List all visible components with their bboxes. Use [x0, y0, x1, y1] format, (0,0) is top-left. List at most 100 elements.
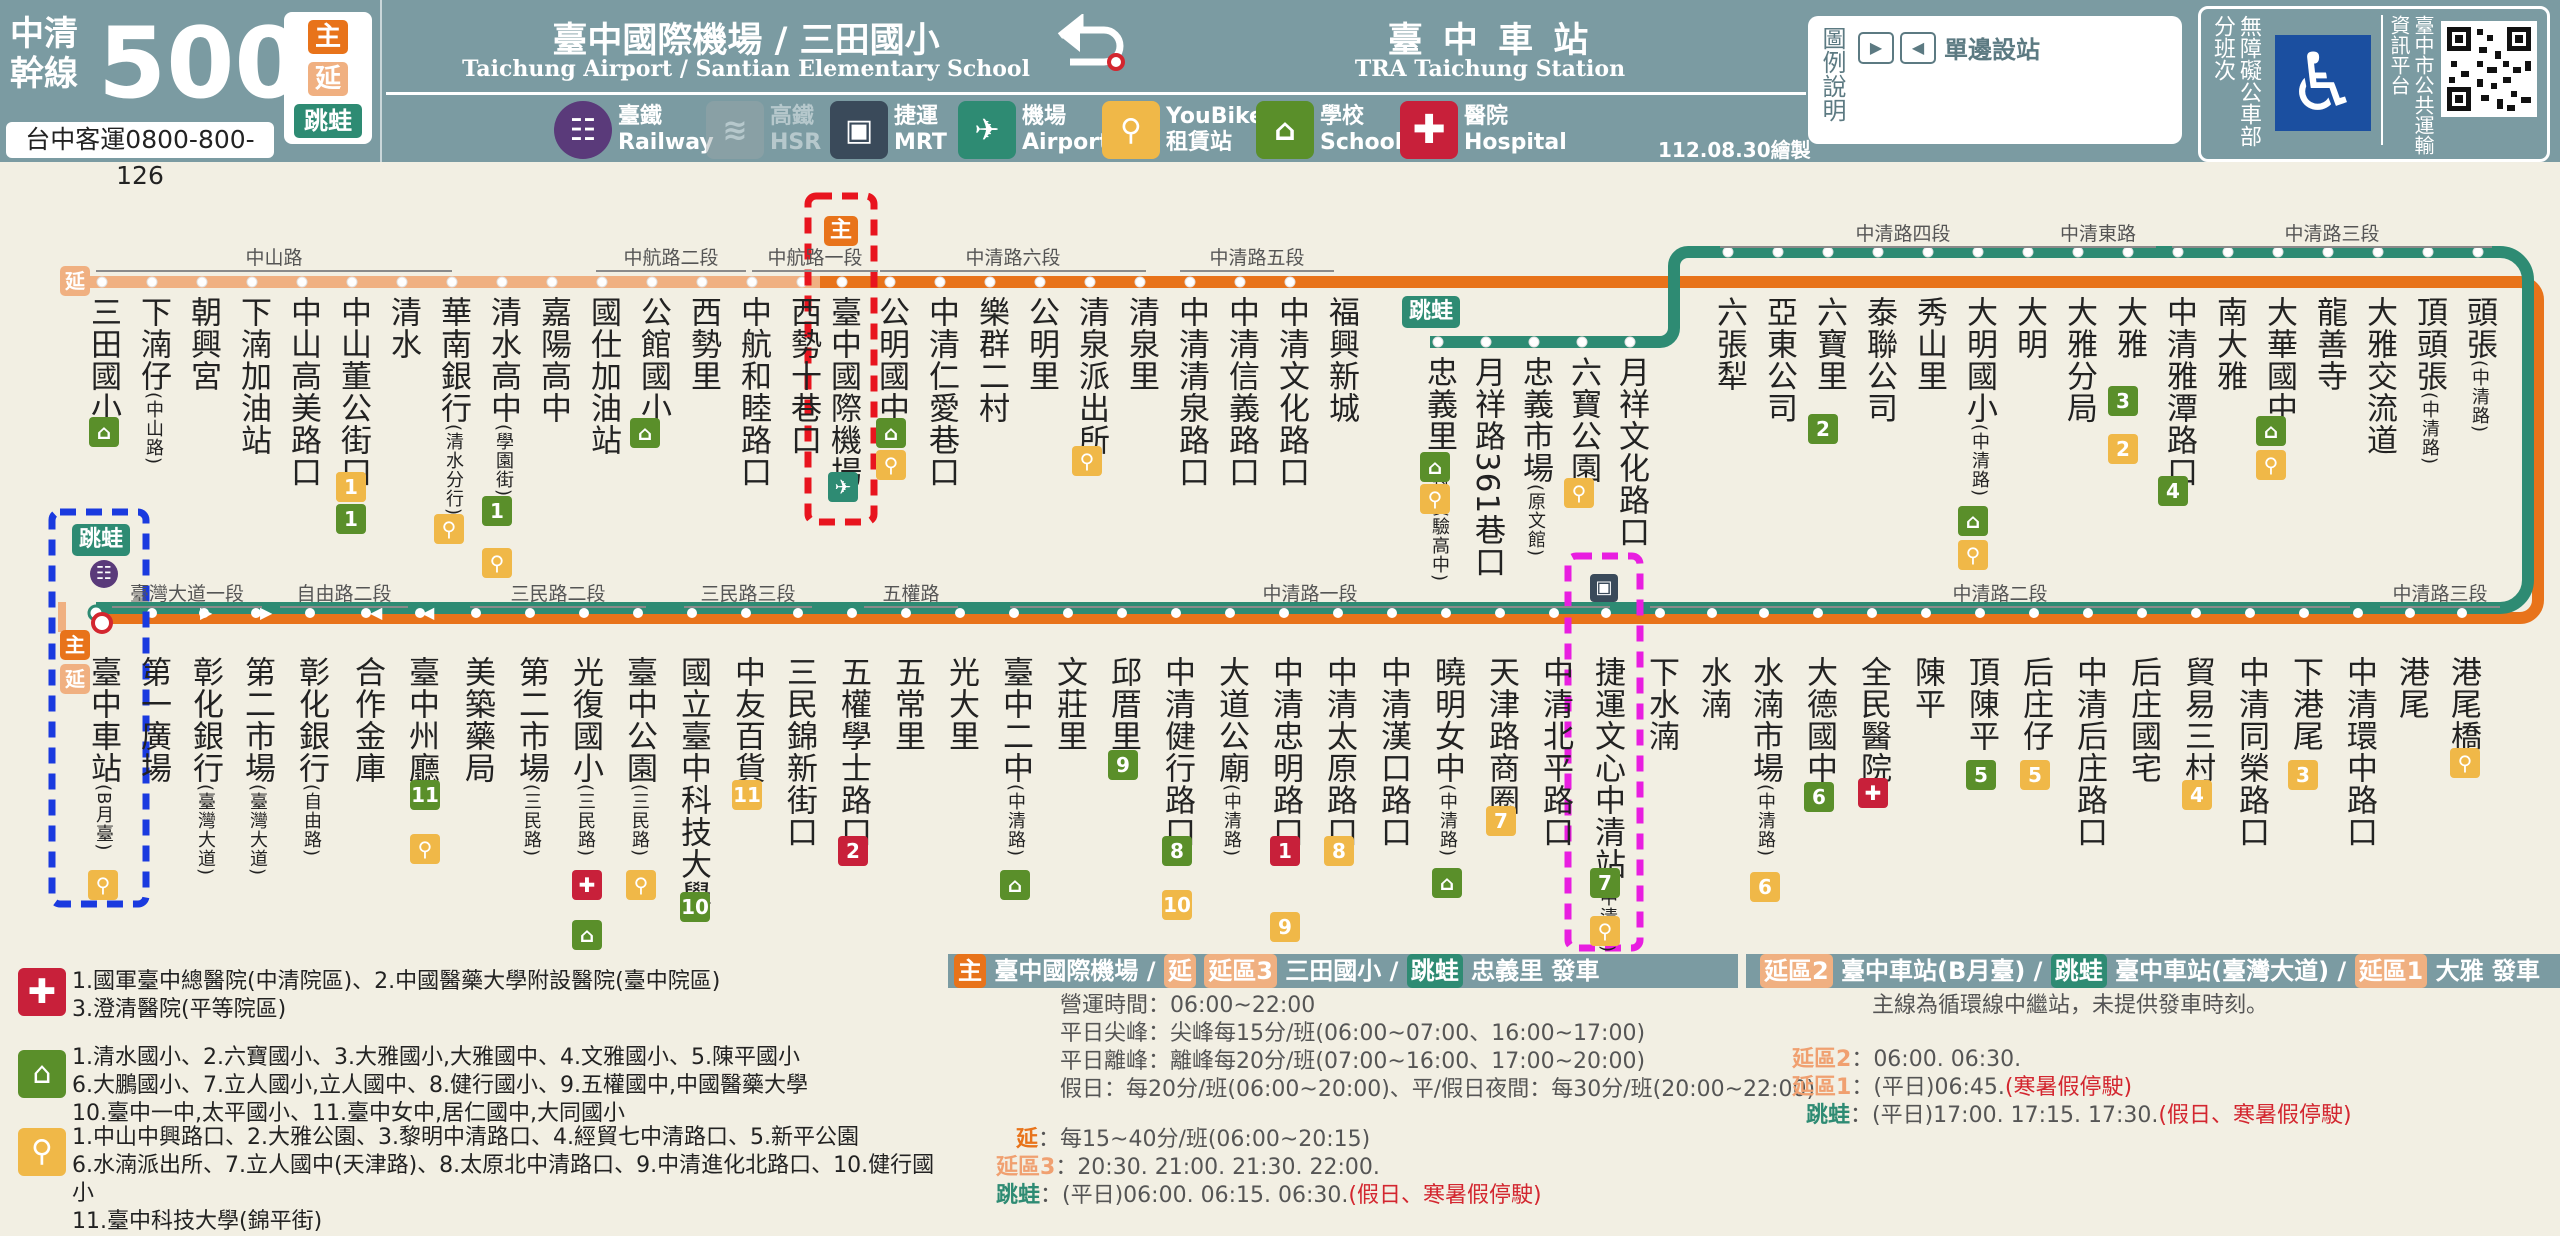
facility-youbike: ⚲ YouBike 租賃站 [1102, 101, 1264, 159]
station-name: 中清漢口路口 [1375, 656, 1411, 848]
main-badge: 主 [308, 20, 348, 54]
school-icon: 3 [2108, 386, 2138, 416]
station-name: 中清太原路口 [1321, 656, 1357, 848]
station-name: 中清信義路口 [1223, 296, 1259, 488]
station-name: 臺中車站(B月臺) [85, 656, 121, 852]
main-start-badge: 主 [824, 216, 858, 246]
road-label: 中清路一段 [1010, 582, 1610, 608]
school-icon: 2 [1808, 414, 1838, 444]
hospital-icon: ✚ [18, 968, 66, 1016]
youbike-icon: 5 [2020, 760, 2050, 790]
schedule-band-right: 延區2 臺中車站(B月臺) / 跳蛙 臺中車站(臺灣大道) / 延區1 大雅 發… [1746, 954, 2560, 988]
station-name: 中清清泉路口 [1173, 296, 1209, 488]
station-name: 國立臺中科技大學 [675, 656, 711, 912]
road-label: 中清路二段 [1650, 582, 2350, 608]
destination-subtitle: TRA Taichung Station [1354, 56, 1626, 82]
school-icon: 6 [1804, 782, 1834, 812]
station-name: 中清北平路口 [1537, 656, 1573, 848]
frog-badge: 跳蛙 [294, 104, 362, 138]
oneway-right-icon: ▶ [1858, 31, 1894, 64]
youbike-icon: ⚲ [88, 870, 118, 900]
station-name: 西勢里 [685, 296, 721, 392]
notes-panel: ✚ 1.國軍臺中總醫院(中清院區)、2.中國醫藥大學附設醫院(臺中院區) 3.澄清… [0, 954, 940, 1234]
station-name: 三民錦新街口 [781, 656, 817, 848]
station-name: 公館國小 [635, 296, 671, 424]
legend-oneway: ▶ ◀ 單邊設站 [1858, 30, 2040, 65]
station-name: 光復國小(三民路) [567, 656, 603, 858]
wheelchair-icon: ♿ [2275, 35, 2371, 131]
station-name: 大華國中 [2261, 296, 2297, 424]
station-name: 亞東公司 [1761, 296, 1797, 424]
station-name: 國仕加油站 [585, 296, 621, 456]
station-name: 后庄國宅 [2125, 656, 2161, 784]
road-label: 中清路三段 [2172, 222, 2492, 248]
youbike-icon: ⚲ [876, 450, 906, 480]
road-label: 中航路一段 [752, 246, 878, 272]
station-name: 清水 [385, 296, 421, 360]
youbike-icon: 7 [1486, 806, 1516, 836]
station-name: 清泉里 [1123, 296, 1159, 392]
station-name: 月祥路361巷口 [1469, 356, 1505, 579]
youbike-icon: 11 [732, 780, 762, 810]
road-label: 自由路二段 [280, 582, 408, 608]
hospital-icon: ✚ [1858, 778, 1888, 808]
station-name: 中清環中路口 [2341, 656, 2377, 848]
station-name: 第二市場(臺灣大道) [239, 656, 275, 877]
school-icon: ⌂ [1256, 101, 1314, 159]
station-name: 陳平 [1909, 656, 1945, 720]
station-name: 臺中二中(中清路) [997, 656, 1033, 858]
hospital-icon: 1 [1270, 836, 1300, 866]
header-bar: 中清 幹線 500 台中客運0800-800-126 主 延 跳蛙 臺中國際機場 … [0, 0, 2560, 190]
school-notes: 1.清水國小、2.六寶國小、3.大雅國小,大雅國中、4.文雅國小、5.陳平國小 6… [72, 1045, 808, 1126]
qr-code[interactable] [2441, 21, 2537, 117]
station-name: 樂群二村 [973, 296, 1009, 424]
station-name: 港尾橋 [2445, 656, 2481, 752]
road-label: 五權路 [864, 582, 958, 608]
drawn-date: 112.08.30繪製 [1658, 138, 1811, 162]
station-name: 六寶公園 [1565, 356, 1601, 484]
station-name: 第二市場(三民路) [513, 656, 549, 858]
station-name: 中清健行路口 [1159, 656, 1195, 848]
station-name: 捷運文心中清站(中清路) [1589, 656, 1625, 953]
station-name: 大德國中 [1801, 656, 1837, 784]
school-icon: ⌂ [1420, 452, 1450, 482]
railway-icon: ☷ [554, 101, 612, 159]
route-number: 500 [98, 7, 303, 121]
school-icon: 1 [482, 496, 512, 526]
school-icon: ⌂ [2256, 416, 2286, 446]
youbike-icon: ⚲ [1420, 484, 1450, 514]
station-name: 五權學士路口 [835, 656, 871, 848]
station-name: 清泉派出所 [1073, 296, 1109, 456]
station-name: 邱厝里 [1105, 656, 1141, 752]
station-name: 中清仁愛巷口 [923, 296, 959, 488]
school-icon: ⌂ [1432, 868, 1462, 898]
svg-text:◀: ◀ [422, 603, 435, 622]
schedule-band-mid: 主 臺中國際機場 / 延 延區3 三田國小 / 跳蛙 忠義里 發車 [948, 954, 1738, 988]
school-icon: ⌂ [876, 418, 906, 448]
school-icon: ⌂ [630, 418, 660, 448]
school-icon: ⌂ [1000, 870, 1030, 900]
station-name: 美築藥局 [459, 656, 495, 784]
info-platform-label: 臺中市公共運輸資訊平台 [2387, 15, 2435, 155]
school-icon: ⌂ [1958, 506, 1988, 536]
youbike-icon: ⚲ [1564, 478, 1594, 508]
station-name: 光大里 [943, 656, 979, 752]
station-name: 中清同榮路口 [2233, 656, 2269, 848]
qr-code-icon [2447, 27, 2531, 111]
school-icon: 9 [1108, 750, 1138, 780]
youbike-icon: ⚲ [434, 514, 464, 544]
station-name: 頂陳平 [1963, 656, 1999, 752]
school-icon: 1 [336, 504, 366, 534]
station-name: 彰化銀行(臺灣大道) [187, 656, 223, 877]
youbike-icon: 10 [1162, 890, 1192, 920]
youbike-icon: ⚲ [1958, 540, 1988, 570]
station-name: 泰聯公司 [1861, 296, 1897, 424]
station-name: 忠義市場(原文館) [1517, 356, 1553, 558]
hospital-icon: ✚ [572, 870, 602, 900]
station-name: 清水高中(學園街) [485, 296, 521, 498]
youbike-icon: ⚲ [18, 1128, 66, 1176]
station-name: 嘉陽高中 [535, 296, 571, 424]
youbike-icon: ⚲ [2256, 450, 2286, 480]
frog-start-badge: 跳蛙 [1402, 296, 1460, 328]
station-name: 曉明女中(中清路) [1429, 656, 1465, 858]
